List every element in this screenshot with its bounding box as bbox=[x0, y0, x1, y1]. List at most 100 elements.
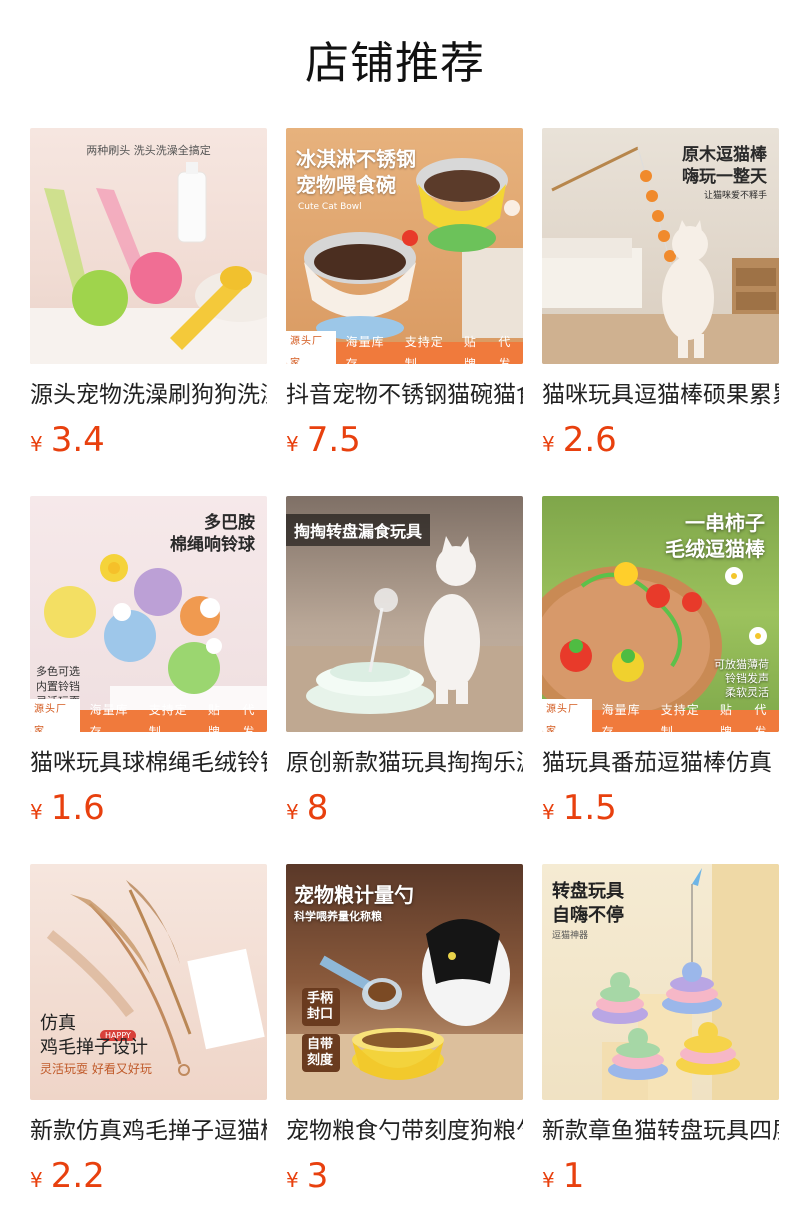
price-value: 7.5 bbox=[306, 420, 361, 460]
badge-item: 海量库存 bbox=[89, 703, 129, 732]
feature-tag: 手柄封口 bbox=[302, 988, 340, 1026]
headline-line-2: 鸡毛掸子设计 bbox=[40, 1037, 148, 1058]
product-card[interactable]: 多巴胺 棉绳响铃球 多色可选 内置铃铛 灵活玩耍 源头厂家 海量库存 支持定制 … bbox=[30, 496, 267, 834]
product-image[interactable]: 冰淇淋不锈钢 宠物喂食碗 Cute Cat Bowl 源头厂家 海量库存 支持定… bbox=[286, 128, 523, 364]
product-price: ¥ 1.6 bbox=[30, 788, 267, 828]
currency-symbol: ¥ bbox=[286, 800, 299, 824]
headline-sub: 逗猫神器 bbox=[552, 931, 589, 941]
headline-line-1: 转盘玩具 bbox=[552, 881, 624, 902]
product-image[interactable]: 原木逗猫棒 嗨玩一整天 让猫咪爱不释手 bbox=[542, 128, 779, 364]
product-image[interactable]: 转盘玩具 自嗨不停 逗猫神器 bbox=[542, 864, 779, 1100]
headline-line-1: 原木逗猫棒 bbox=[682, 145, 767, 165]
badge-item: 支持定制 bbox=[148, 703, 188, 732]
headline-sub: 科学喂养量化称粮 bbox=[294, 910, 382, 923]
product-image[interactable]: 多巴胺 棉绳响铃球 多色可选 内置铃铛 灵活玩耍 源头厂家 海量库存 支持定制 … bbox=[30, 496, 267, 732]
product-price: ¥ 1 bbox=[542, 1156, 779, 1196]
product-grid: 两种刷头 洗头洗澡全搞定 源头宠物洗澡刷狗狗洗澡刷 ¥ 3.4 bbox=[30, 128, 790, 1202]
price-value: 8 bbox=[306, 788, 329, 828]
product-image[interactable]: 一串柿子 毛绒逗猫棒 可放猫薄荷 铃铛发声 柔软灵活 源头厂家 海量库存 支持定… bbox=[542, 496, 779, 732]
image-headline: 掏掏转盘漏食玩具 bbox=[286, 514, 431, 546]
image-headline: 原木逗猫棒 嗨玩一整天 让猫咪爱不释手 bbox=[682, 144, 767, 204]
image-headline: 一串柿子 毛绒逗猫棒 bbox=[665, 510, 765, 562]
product-name[interactable]: 抖音宠物不锈钢猫碗猫食盆 bbox=[286, 378, 523, 412]
product-card[interactable]: 冰淇淋不锈钢 宠物喂食碗 Cute Cat Bowl 源头厂家 海量库存 支持定… bbox=[286, 128, 523, 466]
product-name[interactable]: 新款仿真鸡毛掸子逗猫棒 bbox=[30, 1114, 267, 1148]
bath-brush-illustration bbox=[30, 162, 267, 364]
currency-symbol: ¥ bbox=[286, 1168, 299, 1192]
feature-item: 铃铛发声 bbox=[725, 672, 769, 685]
product-name[interactable]: 宠物粮食勺带刻度狗粮勺 bbox=[286, 1114, 523, 1148]
feature-item: 内置铃铛 bbox=[36, 680, 80, 693]
feature-list: 可放猫薄荷 铃铛发声 柔软灵活 bbox=[714, 658, 769, 700]
headline-line-2: 嗨玩一整天 bbox=[682, 167, 767, 187]
currency-symbol: ¥ bbox=[30, 800, 43, 824]
currency-symbol: ¥ bbox=[542, 1168, 555, 1192]
headline-sub: 让猫咪爱不释手 bbox=[703, 191, 767, 201]
headline-line-1: 冰淇淋不锈钢 bbox=[296, 147, 416, 171]
product-price: ¥ 2.6 bbox=[542, 420, 779, 460]
product-name[interactable]: 新款章鱼猫转盘玩具四层 bbox=[542, 1114, 779, 1148]
product-name[interactable]: 原创新款猫玩具掏掏乐漏食 bbox=[286, 746, 523, 780]
image-headline: 转盘玩具 自嗨不停 逗猫神器 bbox=[552, 880, 624, 944]
badge-item: 代发 bbox=[498, 335, 512, 364]
currency-symbol: ¥ bbox=[30, 432, 43, 456]
product-price: ¥ 1.5 bbox=[542, 788, 779, 828]
product-price: ¥ 3 bbox=[286, 1156, 523, 1196]
product-card[interactable]: 宠物粮计量勺 科学喂养量化称粮 手柄封口 自带刻度 宠物粮食勺带刻度狗粮勺 ¥ … bbox=[286, 864, 523, 1202]
feature-tag: 自带刻度 bbox=[302, 1034, 340, 1072]
product-image[interactable]: 掏掏转盘漏食玩具 bbox=[286, 496, 523, 732]
currency-symbol: ¥ bbox=[542, 432, 555, 456]
product-image[interactable]: 两种刷头 洗头洗澡全搞定 bbox=[30, 128, 267, 364]
headline-line-2: 宠物喂食碗 bbox=[296, 173, 396, 197]
currency-symbol: ¥ bbox=[30, 1168, 43, 1192]
headline-line-2: 棉绳响铃球 bbox=[170, 535, 255, 555]
currency-symbol: ¥ bbox=[286, 432, 299, 456]
product-name[interactable]: 猫咪玩具球棉绳毛绒铃铛 bbox=[30, 746, 267, 780]
image-caption: 两种刷头 洗头洗澡全搞定 bbox=[86, 144, 211, 157]
badge-item: 代发 bbox=[754, 703, 768, 732]
headline-line-2: 自嗨不停 bbox=[552, 905, 624, 926]
product-name[interactable]: 猫咪玩具逗猫棒硕果累累 bbox=[542, 378, 779, 412]
badge-item: 支持定制 bbox=[660, 703, 700, 732]
product-price: ¥ 7.5 bbox=[286, 420, 523, 460]
badge-source: 源头厂家 bbox=[542, 699, 592, 732]
currency-symbol: ¥ bbox=[542, 800, 555, 824]
product-price: ¥ 3.4 bbox=[30, 420, 267, 460]
product-card[interactable]: 两种刷头 洗头洗澡全搞定 源头宠物洗澡刷狗狗洗澡刷 ¥ 3.4 bbox=[30, 128, 267, 466]
price-value: 2.6 bbox=[562, 420, 617, 460]
headline-sub: 灵活玩耍 好看又好玩 bbox=[40, 1062, 152, 1076]
image-subtitle: Cute Cat Bowl bbox=[298, 202, 362, 212]
badge-item: 贴牌 bbox=[207, 703, 221, 732]
product-card[interactable]: 一串柿子 毛绒逗猫棒 可放猫薄荷 铃铛发声 柔软灵活 源头厂家 海量库存 支持定… bbox=[542, 496, 779, 834]
product-image[interactable]: HAPPY 仿真 鸡毛掸子设计 灵活玩耍 好看又好玩 bbox=[30, 864, 267, 1100]
badge-item: 支持定制 bbox=[404, 335, 444, 364]
product-name[interactable]: 源头宠物洗澡刷狗狗洗澡刷 bbox=[30, 378, 267, 412]
price-value: 1.5 bbox=[562, 788, 617, 828]
image-headline: 多巴胺 棉绳响铃球 bbox=[170, 512, 255, 556]
price-value: 2.2 bbox=[50, 1156, 105, 1196]
product-name[interactable]: 猫玩具番茄逗猫棒仿真 bbox=[542, 746, 779, 780]
product-card[interactable]: 转盘玩具 自嗨不停 逗猫神器 新款章鱼猫转盘玩具四层 ¥ 1 bbox=[542, 864, 779, 1202]
product-card[interactable]: 原木逗猫棒 嗨玩一整天 让猫咪爱不释手 猫咪玩具逗猫棒硕果累累 ¥ 2.6 bbox=[542, 128, 779, 466]
badge-item: 海量库存 bbox=[601, 703, 641, 732]
price-value: 3 bbox=[306, 1156, 329, 1196]
price-value: 3.4 bbox=[50, 420, 105, 460]
page-title: 店铺推荐 bbox=[305, 38, 485, 89]
image-headline: 宠物粮计量勺 科学喂养量化称粮 bbox=[294, 882, 414, 926]
product-price: ¥ 8 bbox=[286, 788, 523, 828]
headline-line-1: 一串柿子 bbox=[685, 511, 765, 535]
product-card[interactable]: HAPPY 仿真 鸡毛掸子设计 灵活玩耍 好看又好玩 新款仿真鸡毛掸子逗猫棒 ¥… bbox=[30, 864, 267, 1202]
store-recommendation-page: 店铺推荐 两种刷头 洗头洗澡全搞定 源头宠物洗澡刷狗狗洗澡 bbox=[0, 0, 790, 1232]
badge-item: 海量库存 bbox=[345, 335, 385, 364]
product-card[interactable]: 掏掏转盘漏食玩具 原创新款猫玩具掏掏乐漏食 ¥ 8 bbox=[286, 496, 523, 834]
product-price: ¥ 2.2 bbox=[30, 1156, 267, 1196]
product-image[interactable]: 宠物粮计量勺 科学喂养量化称粮 手柄封口 自带刻度 bbox=[286, 864, 523, 1100]
promo-banner: 源头厂家 海量库存 支持定制 贴牌 代发 bbox=[30, 699, 267, 732]
badge-item: 代发 bbox=[242, 703, 256, 732]
image-headline: 仿真 鸡毛掸子设计 灵活玩耍 好看又好玩 bbox=[40, 1012, 152, 1078]
headline-line-1: 宠物粮计量勺 bbox=[294, 883, 414, 907]
promo-banner: 源头厂家 海量库存 支持定制 贴牌 代发 bbox=[542, 699, 779, 732]
headline-line-1: 多巴胺 bbox=[204, 513, 255, 533]
badge-item: 贴牌 bbox=[463, 335, 477, 364]
headline-line-1: 仿真 bbox=[40, 1013, 76, 1034]
